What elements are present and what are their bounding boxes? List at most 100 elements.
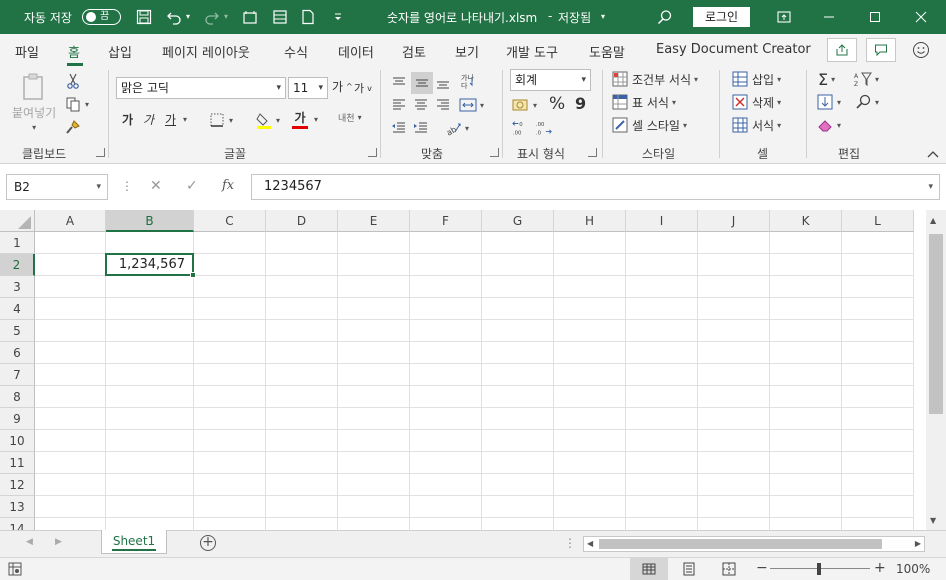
cell-l1[interactable] [842,232,914,254]
copy-button[interactable]: ▾ [64,95,89,113]
cell-a10[interactable] [35,430,106,452]
tab-easy-document-creator[interactable]: Easy Document Creator [656,42,811,57]
minimize-button[interactable] [806,0,852,34]
cell-g12[interactable] [482,474,554,496]
column-header[interactable]: H [554,210,626,232]
macro-record-icon[interactable] [8,562,22,579]
column-header[interactable]: E [338,210,410,232]
cell-c7[interactable] [194,364,266,386]
fill-color-button[interactable]: ▾ [255,111,280,129]
cell-d1[interactable] [266,232,338,254]
italic-button[interactable]: 가 [143,111,154,128]
accounting-format-button[interactable]: ▾ [512,96,537,114]
find-select-dropdown-icon[interactable]: ▾ [875,98,879,107]
cell-f11[interactable] [410,452,482,474]
vertical-scroll-thumb[interactable] [929,234,943,414]
cell-i9[interactable] [626,408,698,430]
cell-h9[interactable] [554,408,626,430]
number-format-combo[interactable]: 회계 ▾ [510,69,591,91]
search-icon[interactable] [655,7,675,27]
cell-a11[interactable] [35,452,106,474]
tab-page-layout[interactable]: 페이지 레이아웃 [162,42,250,61]
tab-developer[interactable]: 개발 도구 [506,42,558,61]
cell-a12[interactable] [35,474,106,496]
row-header[interactable]: 10 [0,430,35,452]
cell-f1[interactable] [410,232,482,254]
cell-h12[interactable] [554,474,626,496]
autosum-dropdown-icon[interactable]: ▾ [831,75,835,84]
tab-review[interactable]: 검토 [402,42,426,61]
cell-f7[interactable] [410,364,482,386]
cell-e14[interactable] [338,518,410,530]
cell-l7[interactable] [842,364,914,386]
row-header[interactable]: 9 [0,408,35,430]
column-header[interactable]: D [266,210,338,232]
row-header[interactable]: 4 [0,298,35,320]
cell-l10[interactable] [842,430,914,452]
cell-b11[interactable] [106,452,194,474]
cell-l5[interactable] [842,320,914,342]
insert-function-button[interactable]: fx [222,178,234,193]
horizontal-scrollbar[interactable]: ◀ ▶ [583,536,925,552]
cell-d14[interactable] [266,518,338,530]
wrap-text-button[interactable]: 가나 다 [459,72,477,90]
form-icon[interactable] [270,7,290,27]
cell-g3[interactable] [482,276,554,298]
cell-i14[interactable] [626,518,698,530]
row-header[interactable]: 3 [0,276,35,298]
cell-j7[interactable] [698,364,770,386]
paste-button[interactable]: 붙여넣기 ▾ [12,72,56,132]
cell-c11[interactable] [194,452,266,474]
row-header[interactable]: 1 [0,232,35,254]
cell-a7[interactable] [35,364,106,386]
column-header[interactable]: I [626,210,698,232]
cell-l13[interactable] [842,496,914,518]
cell-f4[interactable] [410,298,482,320]
cell-i2[interactable] [626,254,698,276]
cell-j10[interactable] [698,430,770,452]
cell-a9[interactable] [35,408,106,430]
cell-l12[interactable] [842,474,914,496]
zoom-slider-thumb[interactable] [817,563,821,575]
cell-e7[interactable] [338,364,410,386]
align-left-button[interactable] [390,96,408,114]
zoom-level[interactable]: 100% [896,562,930,576]
format-cells-button[interactable]: 서식 ▾ [731,116,781,134]
font-launcher-icon[interactable] [368,148,377,157]
row-header[interactable]: 12 [0,474,35,496]
cell-d12[interactable] [266,474,338,496]
cell-i8[interactable] [626,386,698,408]
page-break-view-button[interactable] [722,562,736,579]
cell-d8[interactable] [266,386,338,408]
cell-c14[interactable] [194,518,266,530]
cell-i10[interactable] [626,430,698,452]
cell-d7[interactable] [266,364,338,386]
cell-e5[interactable] [338,320,410,342]
document-icon[interactable] [298,7,318,27]
name-box[interactable]: B2 ▾ [6,174,108,200]
cell-c13[interactable] [194,496,266,518]
cell-j1[interactable] [698,232,770,254]
clipboard-launcher-icon[interactable] [96,148,105,157]
percent-style-button[interactable]: % [549,94,565,114]
tab-data[interactable]: 데이터 [338,42,374,61]
column-header[interactable]: C [194,210,266,232]
undo-icon[interactable] [164,7,184,27]
cell-h13[interactable] [554,496,626,518]
cell-d11[interactable] [266,452,338,474]
cell-i11[interactable] [626,452,698,474]
cell-k9[interactable] [770,408,842,430]
next-sheet-icon[interactable]: ▶ [55,537,62,547]
cell-d6[interactable] [266,342,338,364]
cell-f14[interactable] [410,518,482,530]
cell-k14[interactable] [770,518,842,530]
tab-home[interactable]: 홈 [68,42,80,61]
align-right-button[interactable] [434,96,452,114]
cell-b5[interactable] [106,320,194,342]
font-color-button[interactable]: 가 [292,109,308,129]
increase-font-button[interactable]: 가 ^ [332,78,353,95]
collapse-ribbon-button[interactable] [924,146,942,164]
cell-e9[interactable] [338,408,410,430]
cell-a14[interactable] [35,518,106,530]
column-header[interactable]: J [698,210,770,232]
